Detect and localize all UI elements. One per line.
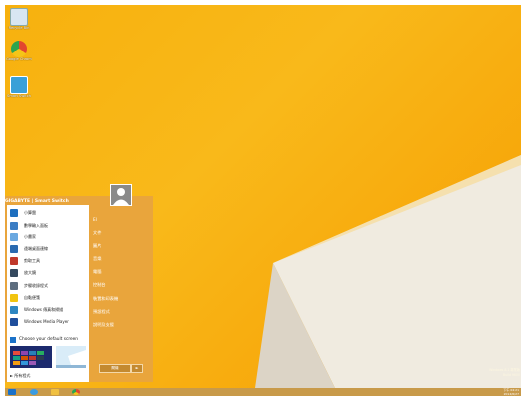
start-icon[interactable] — [8, 389, 16, 395]
clock-date: 2014/6/27 — [503, 392, 519, 396]
program-item[interactable]: Windows Media Player — [10, 316, 88, 327]
shutdown-button[interactable]: 關機 — [99, 364, 131, 373]
program-item[interactable]: 數學輸入面板 — [10, 220, 88, 231]
program-item[interactable]: 放大鏡 — [10, 267, 88, 278]
place-link-pictures[interactable]: 圖片 — [93, 243, 101, 249]
place-link-music[interactable]: 音樂 — [93, 256, 101, 262]
program-label: Windows 傳真和掃描 — [24, 306, 64, 312]
all-programs-link[interactable]: ► 所有程式 — [10, 373, 30, 379]
program-label: 小算盤 — [24, 209, 36, 215]
desktop-icon-label: Recycle Bin — [8, 26, 30, 30]
program-item[interactable]: 遠端桌面連線 — [10, 243, 88, 254]
user-avatar[interactable] — [110, 184, 132, 206]
program-item[interactable]: 小算盤 — [10, 207, 88, 218]
program-label: 遠端桌面連線 — [24, 245, 48, 251]
sticky-notes-icon — [10, 293, 18, 302]
default-screen-tile[interactable]: Choose your default screen — [10, 335, 86, 371]
system-tray — [469, 389, 493, 395]
fax-scan-icon — [10, 305, 18, 314]
paint-icon — [10, 232, 18, 241]
desktop-icon-label: Smart Switch — [7, 94, 31, 98]
program-item[interactable]: 步驟收錄程式 — [10, 280, 88, 291]
taskbar-clock[interactable]: 下午 04:21 2014/6/27 — [494, 388, 519, 396]
recycle-bin-icon — [10, 8, 28, 26]
program-item[interactable]: 自黏便箋 — [10, 292, 88, 303]
desktop-thumbnail[interactable] — [56, 346, 86, 368]
screen: Recycle Bin Google Chrome Smart Switch G… — [0, 0, 524, 396]
os-watermark: Windows 8.1 專業版 Build 9600 — [470, 368, 520, 378]
start-menu-places-pane: EI 文件 圖片 音樂 電腦 控制台 裝置和印表機 預設程式 說明及支援 — [92, 205, 150, 382]
default-screen-header: Choose your default screen — [10, 335, 86, 344]
shutdown-options-button[interactable]: ► — [131, 364, 143, 373]
program-label: 小畫家 — [24, 233, 36, 239]
file-explorer-icon[interactable] — [51, 389, 59, 395]
place-link-devices-printers[interactable]: 裝置和印表機 — [93, 296, 118, 302]
steps-recorder-icon — [10, 281, 18, 290]
watermark-line: Build 9600 — [502, 373, 520, 377]
program-item[interactable]: 小畫家 — [10, 231, 88, 242]
place-link-default-programs[interactable]: 預設程式 — [93, 309, 110, 315]
smart-switch-icon — [10, 76, 28, 94]
start-menu-programs-pane: 小算盤 數學輸入面板 小畫家 遠端桌面連線 剪取工具 放大鏡 步驟收錄程式 自黏… — [7, 205, 89, 382]
desktop-icon-label: Google Chrome — [6, 57, 32, 61]
place-link-documents[interactable]: 文件 — [93, 230, 101, 236]
media-player-icon — [10, 317, 18, 326]
internet-explorer-icon[interactable] — [30, 389, 38, 395]
chrome-icon — [11, 41, 27, 57]
place-link-control-panel[interactable]: 控制台 — [93, 282, 106, 288]
place-link-computer[interactable]: 電腦 — [93, 269, 101, 275]
desktop-icon-recycle-bin[interactable]: Recycle Bin — [6, 8, 32, 31]
chrome-icon[interactable] — [72, 389, 80, 395]
program-label: Windows Media Player — [24, 319, 69, 324]
calculator-icon — [10, 208, 18, 217]
program-label: 步驟收錄程式 — [24, 282, 48, 288]
magnifier-icon — [10, 268, 18, 277]
taskbar — [5, 388, 521, 396]
place-link-user[interactable]: EI — [93, 217, 97, 222]
desktop-icon-chrome[interactable]: Google Chrome — [6, 41, 32, 62]
desktop-thumbnail-art — [56, 346, 86, 368]
remote-desktop-icon — [10, 244, 18, 253]
program-label: 放大鏡 — [24, 269, 36, 275]
desktop-icon-smart-switch[interactable]: Smart Switch — [6, 76, 32, 99]
place-link-help-support[interactable]: 說明及支援 — [93, 322, 114, 328]
program-item[interactable]: 剪取工具 — [10, 255, 88, 266]
start-screen-tiles — [13, 351, 44, 365]
snipping-tool-icon — [10, 256, 18, 265]
program-item[interactable]: Windows 傳真和掃描 — [10, 304, 88, 315]
start-screen-thumbnail[interactable] — [10, 346, 52, 368]
program-label: 自黏便箋 — [24, 294, 40, 300]
program-label: 剪取工具 — [24, 257, 40, 263]
math-panel-icon — [10, 221, 18, 230]
program-label: 數學輸入面板 — [24, 222, 48, 228]
default-screen-icon — [10, 336, 16, 343]
user-icon — [113, 188, 129, 205]
default-screen-title: Choose your default screen — [19, 337, 79, 342]
